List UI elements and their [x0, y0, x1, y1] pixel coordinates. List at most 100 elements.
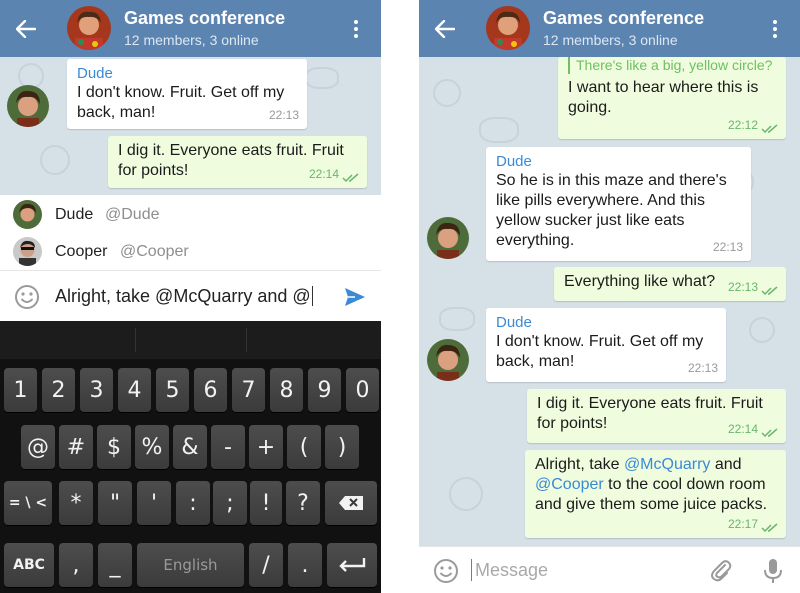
more-vertical-icon[interactable] [344, 12, 368, 46]
key-label: / [262, 552, 270, 578]
underscore-key[interactable]: _ [98, 543, 132, 587]
key[interactable]: 9 [308, 368, 341, 412]
comma-key[interactable]: , [59, 543, 93, 587]
key-label: , [72, 552, 80, 578]
key[interactable]: 8 [270, 368, 303, 412]
sender-avatar[interactable] [7, 85, 49, 127]
sender-avatar[interactable] [427, 339, 469, 381]
key[interactable]: " [98, 481, 132, 525]
key[interactable]: @ [21, 425, 55, 469]
back-arrow-icon[interactable] [10, 13, 42, 45]
key-label: English [163, 556, 218, 574]
message-time: 22:14 [308, 167, 339, 181]
key-label: 5 [165, 377, 180, 403]
key-label: 0 [355, 377, 370, 403]
message-outgoing[interactable]: Alright, take @McQuarry and @Cooper to t… [525, 450, 786, 538]
microphone-icon[interactable] [761, 558, 785, 584]
message-incoming[interactable]: Dude I don't know. Fruit. Get off my bac… [67, 59, 307, 129]
key-label: @ [27, 434, 49, 460]
key[interactable]: ! [250, 481, 282, 525]
key[interactable]: : [176, 481, 210, 525]
key[interactable]: - [211, 425, 245, 469]
message-input-bar: Alright, take @McQuarry and @ [0, 270, 381, 321]
enter-key[interactable] [327, 543, 377, 587]
smiley-icon[interactable] [433, 558, 459, 584]
message-incoming[interactable]: Dude I don't know. Fruit. Get off my bac… [486, 308, 726, 382]
message-input[interactable]: Alright, take @McQuarry and @ [55, 286, 313, 307]
smiley-icon[interactable] [14, 284, 40, 310]
key-label: % [141, 434, 163, 460]
key-label: 3 [89, 377, 104, 403]
send-arrow-icon[interactable] [343, 285, 367, 309]
phone-screen-left: Games conference 12 members, 3 online Du… [0, 0, 381, 593]
key[interactable]: + [249, 425, 283, 469]
key[interactable]: 3 [80, 368, 113, 412]
backspace-icon [339, 496, 363, 510]
key-label: ! [261, 490, 271, 516]
message-outgoing[interactable]: I dig it. Everyone eats fruit. Fruit for… [108, 136, 367, 188]
key[interactable]: ; [213, 481, 247, 525]
message-incoming[interactable]: Dude So he is in this maze and there's l… [486, 147, 751, 261]
mention-username: @Cooper [120, 243, 189, 260]
key[interactable]: # [59, 425, 93, 469]
key[interactable]: ) [325, 425, 359, 469]
key-label: : [189, 490, 197, 516]
key-label: 4 [127, 377, 142, 403]
mention-link[interactable]: @McQuarry [624, 456, 710, 473]
key[interactable]: & [173, 425, 207, 469]
key[interactable]: 0 [346, 368, 379, 412]
more-vertical-icon[interactable] [763, 12, 787, 46]
key-label: ABC [13, 557, 45, 573]
reply-quote[interactable]: There's like a big, yellow circle? [568, 57, 776, 74]
key[interactable]: 7 [232, 368, 265, 412]
read-checkmarks-icon [761, 286, 778, 296]
key[interactable]: = \ < [4, 481, 52, 525]
key[interactable]: % [135, 425, 169, 469]
message-sender[interactable]: Dude [496, 313, 716, 332]
chat-title: Games conference [124, 8, 286, 28]
message-list[interactable]: Dude I don't know. Fruit. Get off my bac… [0, 57, 381, 195]
key[interactable]: ' [137, 481, 171, 525]
key[interactable]: ? [286, 481, 320, 525]
key[interactable]: ( [287, 425, 321, 469]
sender-avatar[interactable] [427, 217, 469, 259]
back-arrow-icon[interactable] [429, 13, 461, 45]
read-checkmarks-icon [761, 428, 778, 438]
key-label: # [66, 434, 86, 460]
message-outgoing[interactable]: There's like a big, yellow circle? I wan… [558, 57, 786, 139]
text-part: and [710, 456, 742, 473]
paperclip-icon[interactable] [709, 559, 733, 583]
key[interactable]: 6 [194, 368, 227, 412]
mention-link[interactable]: @Cooper [535, 476, 604, 493]
read-checkmarks-icon [761, 523, 778, 533]
read-checkmarks-icon [761, 124, 778, 134]
message-sender[interactable]: Dude [496, 152, 741, 171]
group-avatar[interactable] [486, 6, 530, 50]
message-outgoing[interactable]: Everything like what? 22:13 [554, 267, 786, 301]
chat-subtitle: 12 members, 3 online [124, 32, 259, 48]
message-input-bar: Message [419, 546, 800, 593]
key[interactable]: 2 [42, 368, 75, 412]
key-label: ) [337, 434, 347, 460]
key[interactable]: 1 [4, 368, 37, 412]
period-key[interactable]: . [288, 543, 322, 587]
space-key[interactable]: English [137, 543, 244, 587]
key-label: ? [297, 490, 309, 516]
abc-key[interactable]: ABC [4, 543, 54, 587]
message-outgoing[interactable]: I dig it. Everyone eats fruit. Fruit for… [527, 389, 786, 443]
message-text: So he is in this maze and there's like p… [496, 172, 727, 249]
mention-item[interactable]: Dude @Dude [0, 196, 381, 233]
key[interactable]: $ [97, 425, 131, 469]
key[interactable]: 4 [118, 368, 151, 412]
key-label: ( [299, 434, 309, 460]
key[interactable]: 5 [156, 368, 189, 412]
slash-key[interactable]: / [249, 543, 283, 587]
key[interactable]: * [59, 481, 93, 525]
backspace-key[interactable] [325, 481, 377, 525]
message-list[interactable]: There's like a big, yellow circle? I wan… [419, 57, 800, 546]
message-input[interactable]: Message [471, 557, 701, 585]
message-sender[interactable]: Dude [77, 64, 297, 83]
mention-item[interactable]: Cooper @Cooper [0, 233, 381, 270]
group-avatar[interactable] [67, 6, 111, 50]
key-label: 7 [241, 377, 256, 403]
